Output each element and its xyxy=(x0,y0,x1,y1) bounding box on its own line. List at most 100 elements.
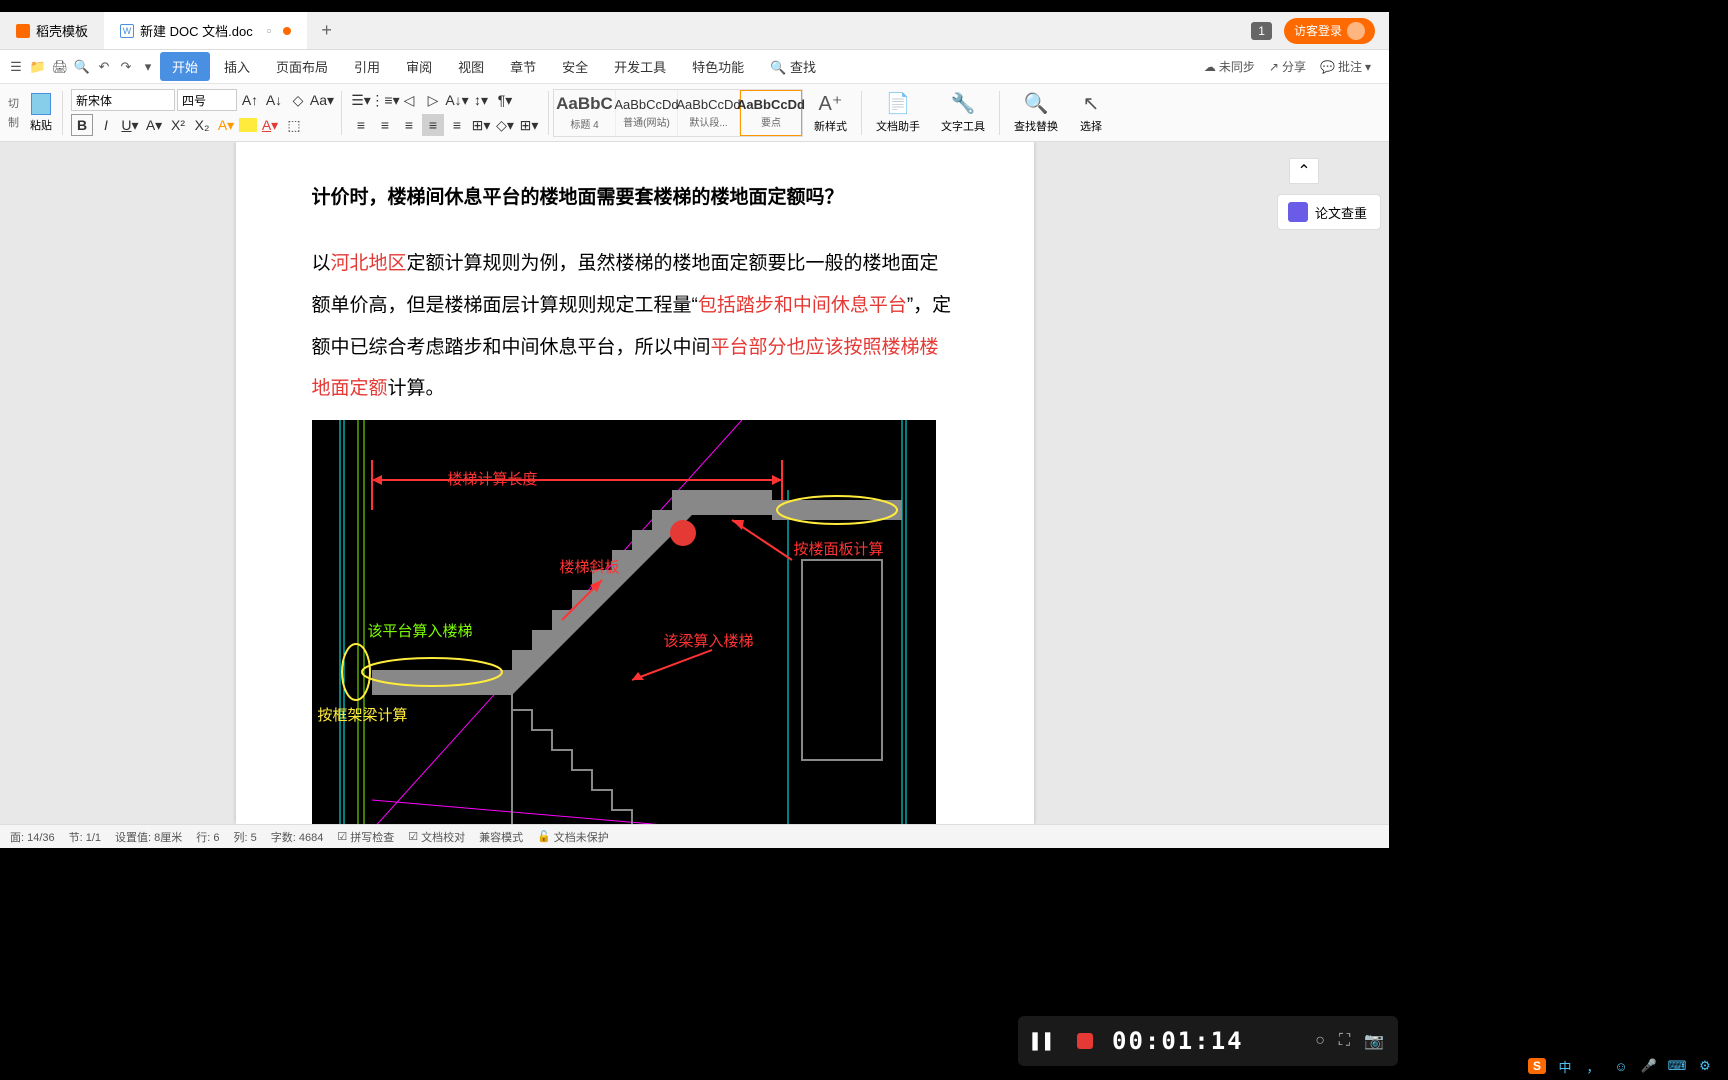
menu-special[interactable]: 特色功能 xyxy=(680,52,756,81)
distribute-button[interactable]: ≡ xyxy=(446,114,468,136)
font-size-select[interactable] xyxy=(177,89,237,111)
login-button[interactable]: 访客登录 xyxy=(1284,18,1375,44)
bold-button[interactable]: B xyxy=(71,114,93,136)
menu-view[interactable]: 视图 xyxy=(446,52,496,81)
dropdown-icon[interactable]: ▾ xyxy=(138,57,158,77)
notification-badge[interactable]: 1 xyxy=(1251,22,1272,40)
clear-format-icon[interactable]: ◇ xyxy=(287,89,309,111)
sort-button[interactable]: A↓▾ xyxy=(446,89,468,111)
bullets-button[interactable]: ☰▾ xyxy=(350,89,372,111)
subscript-button[interactable]: X₂ xyxy=(191,114,213,136)
text-tool-button[interactable]: 🔧 文字工具 xyxy=(931,89,995,136)
find-replace-button[interactable]: 🔍 查找替换 xyxy=(1004,89,1068,136)
status-proof[interactable]: ☑ 文档校对 xyxy=(408,829,465,845)
status-section[interactable]: 节: 1/1 xyxy=(69,829,101,845)
border-button[interactable]: ⊞▾ xyxy=(518,114,540,136)
align-center-button[interactable]: ≡ xyxy=(374,114,396,136)
highlight-button[interactable] xyxy=(239,118,257,132)
punct-icon[interactable]: ， xyxy=(1584,1057,1602,1075)
comment-button[interactable]: 💬 批注 ▾ xyxy=(1320,58,1371,75)
align-left-button[interactable]: ≡ xyxy=(350,114,372,136)
fullscreen-icon[interactable]: ⛶ xyxy=(1339,1032,1350,1050)
increase-font-icon[interactable]: A↑ xyxy=(239,89,261,111)
cad-label-platform: 该平台算入楼梯 xyxy=(368,620,473,641)
style-point[interactable]: AaBbCcDd 要点 xyxy=(740,90,802,136)
align-right-button[interactable]: ≡ xyxy=(398,114,420,136)
settings-icon[interactable]: ⚙ xyxy=(1696,1057,1714,1075)
paste-button[interactable]: 粘贴 xyxy=(24,91,58,135)
menu-layout[interactable]: 页面布局 xyxy=(264,52,340,81)
sync-status[interactable]: ☁ 未同步 xyxy=(1204,58,1255,75)
collapse-panel-button[interactable]: ⌃ xyxy=(1289,158,1319,184)
ribbon: 切 制 粘贴 A↑ A↓ ◇ Aa▾ B I U▾ A▾ X² X₂ xyxy=(0,84,1389,142)
status-words[interactable]: 字数: 4684 xyxy=(271,829,324,845)
mic-icon[interactable]: 🎤 xyxy=(1640,1057,1658,1075)
print-icon[interactable]: 🖨 xyxy=(50,57,70,77)
text-effect-button[interactable]: A▾ xyxy=(215,114,237,136)
stop-button[interactable] xyxy=(1072,1028,1098,1054)
menu-start[interactable]: 开始 xyxy=(160,52,210,81)
justify-button[interactable]: ≡ xyxy=(422,114,444,136)
style-heading4[interactable]: AaBbC 标题 4 xyxy=(554,90,616,136)
menu-security[interactable]: 安全 xyxy=(550,52,600,81)
status-compat[interactable]: 兼容模式 xyxy=(479,829,523,845)
undo-icon[interactable]: ↶ xyxy=(94,57,114,77)
menu-insert[interactable]: 插入 xyxy=(212,52,262,81)
char-border-button[interactable]: ⬚ xyxy=(283,114,305,136)
menu-search[interactable]: 🔍 查找 xyxy=(758,52,828,81)
status-bar: 面: 14/36 节: 1/1 设置值: 8厘米 行: 6 列: 5 字数: 4… xyxy=(0,824,1389,848)
font-name-select[interactable] xyxy=(71,89,175,111)
status-spell[interactable]: ☑ 拼写检查 xyxy=(337,829,394,845)
redo-icon[interactable]: ↷ xyxy=(116,57,136,77)
tab-menu-icon[interactable]: ▫ xyxy=(267,23,272,38)
plagiarism-check-button[interactable]: 论文查重 xyxy=(1277,194,1381,230)
decrease-indent-button[interactable]: ◁ xyxy=(398,89,420,111)
change-case-icon[interactable]: Aa▾ xyxy=(311,89,333,111)
document-scroll[interactable]: ▾ 计价时，楼梯间休息平台的楼地面需要套楼梯的楼地面定额吗？ 以河北地区定额计算… xyxy=(0,142,1269,824)
status-setting[interactable]: 设置值: 8厘米 xyxy=(115,829,182,845)
copy-button[interactable]: 制 xyxy=(8,114,19,130)
status-col[interactable]: 列: 5 xyxy=(234,829,257,845)
menu-ref[interactable]: 引用 xyxy=(342,52,392,81)
menu-dev[interactable]: 开发工具 xyxy=(602,52,678,81)
shading-button[interactable]: ◇▾ xyxy=(494,114,516,136)
preview-icon[interactable]: 🔍 xyxy=(72,57,92,77)
menu-icon[interactable]: ☰ xyxy=(6,57,26,77)
decrease-font-icon[interactable]: A↓ xyxy=(263,89,285,111)
new-tab-button[interactable]: + xyxy=(307,20,346,41)
font-effect-button[interactable]: A▾ xyxy=(143,114,165,136)
style-default[interactable]: AaBbCcDd 默认段... xyxy=(678,90,740,136)
status-protect[interactable]: 🔓 文档未保护 xyxy=(537,829,609,845)
status-page[interactable]: 面: 14/36 xyxy=(10,829,55,845)
indent-button[interactable]: ⊞▾ xyxy=(470,114,492,136)
select-button[interactable]: ↖ 选择 xyxy=(1069,89,1113,136)
style-normal[interactable]: AaBbCcDd 普通(网站) xyxy=(616,90,678,136)
pause-button[interactable]: ▌▌ xyxy=(1032,1028,1058,1054)
line-spacing-button[interactable]: ↕▾ xyxy=(470,89,492,111)
italic-button[interactable]: I xyxy=(95,114,117,136)
input-method-icon[interactable]: S xyxy=(1528,1058,1546,1074)
increase-indent-button[interactable]: ▷ xyxy=(422,89,444,111)
open-icon[interactable]: 📁 xyxy=(28,57,48,77)
menu-chapter[interactable]: 章节 xyxy=(498,52,548,81)
camera-icon[interactable]: 📷 xyxy=(1364,1031,1384,1051)
marker-icon[interactable]: ○ xyxy=(1315,1032,1325,1050)
keyboard-icon[interactable]: ⌨ xyxy=(1668,1057,1686,1075)
menu-review[interactable]: 审阅 xyxy=(394,52,444,81)
ime-lang-icon[interactable]: 中 xyxy=(1556,1057,1574,1075)
new-style-icon: A⁺ xyxy=(819,91,843,115)
doc-helper-button[interactable]: 📄 文档助手 xyxy=(866,89,930,136)
numbering-button[interactable]: ⋮≡▾ xyxy=(374,89,396,111)
status-row[interactable]: 行: 6 xyxy=(196,829,219,845)
share-button[interactable]: ↗ 分享 xyxy=(1269,58,1306,75)
font-color-button[interactable]: A▾ xyxy=(259,114,281,136)
emoji-icon[interactable]: ☺ xyxy=(1612,1057,1630,1075)
unsaved-dot-icon xyxy=(283,27,291,35)
new-style-button[interactable]: A⁺ 新样式 xyxy=(804,89,857,136)
show-marks-button[interactable]: ¶▾ xyxy=(494,89,516,111)
superscript-button[interactable]: X² xyxy=(167,114,189,136)
tab-document[interactable]: W 新建 DOC 文档.doc ▫ xyxy=(104,12,307,49)
tab-templates[interactable]: 稻壳模板 xyxy=(0,12,104,49)
underline-button[interactable]: U▾ xyxy=(119,114,141,136)
cut-button[interactable]: 切 xyxy=(8,95,19,111)
